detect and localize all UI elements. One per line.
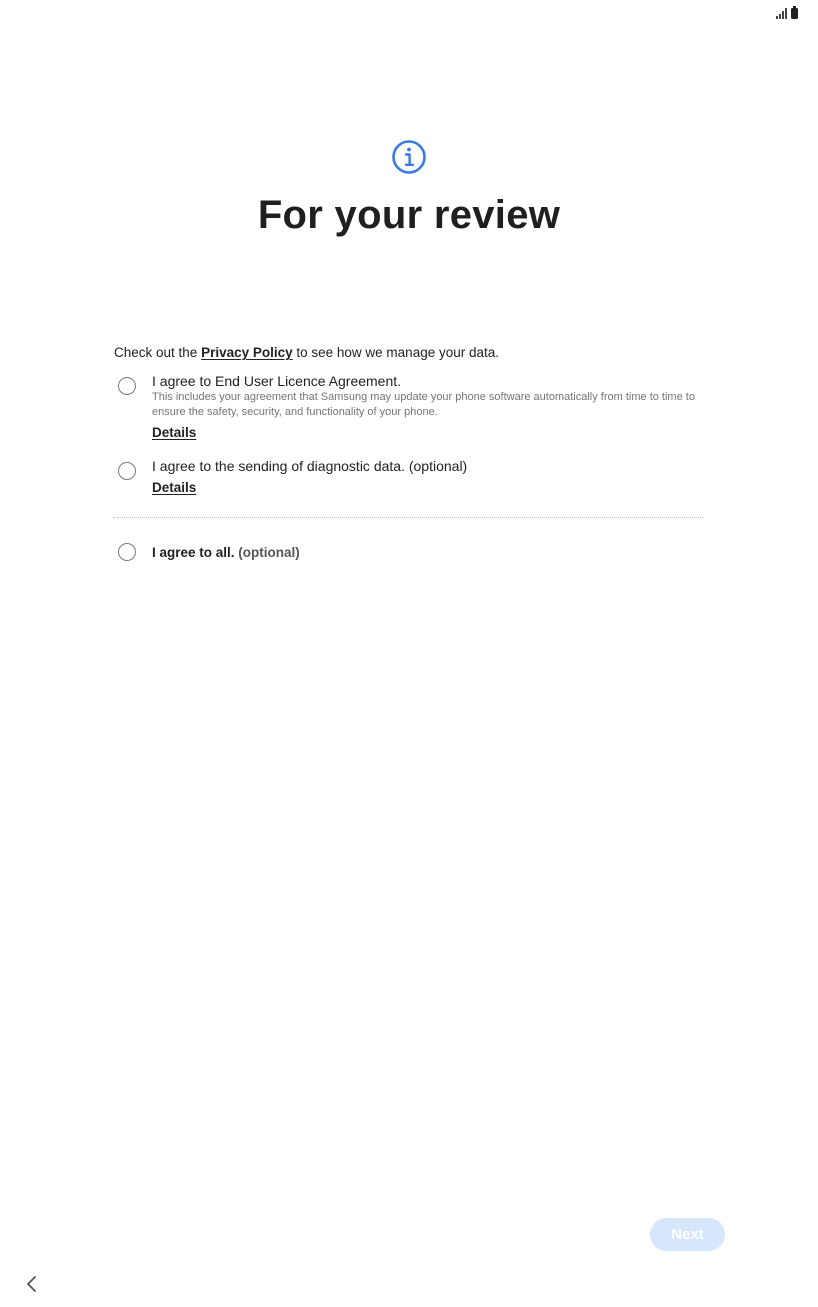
setup-screen: For your review Check out the Privacy Po… [0, 0, 818, 1307]
privacy-policy-link[interactable]: Privacy Policy [201, 345, 293, 360]
privacy-suffix: to see how we manage your data. [292, 345, 500, 360]
chevron-left-icon[interactable] [20, 1272, 44, 1296]
agree-all-radio[interactable] [118, 543, 136, 561]
diagnostic-radio[interactable] [118, 462, 136, 480]
divider [113, 517, 703, 518]
eula-label[interactable]: I agree to End User Licence Agreement. [152, 372, 401, 390]
battery-icon [791, 6, 798, 19]
agree-all-label[interactable]: I agree to all. (optional) [152, 544, 300, 562]
privacy-prefix: Check out the [114, 345, 202, 360]
eula-details-link[interactable]: Details [152, 424, 196, 442]
diagnostic-details-link[interactable]: Details [152, 479, 196, 497]
status-bar [776, 5, 798, 19]
info-icon [392, 140, 426, 174]
agree-all-optional: (optional) [238, 545, 300, 560]
diagnostic-label[interactable]: I agree to the sending of diagnostic dat… [152, 457, 467, 475]
privacy-statement: Check out the Privacy Policy to see how … [114, 344, 499, 362]
eula-description: This includes your agreement that Samsun… [152, 391, 695, 418]
eula-radio[interactable] [118, 377, 136, 395]
agree-all-text: I agree to all. [152, 545, 235, 560]
page-title: For your review [257, 193, 561, 237]
next-button[interactable]: Next [650, 1218, 725, 1251]
signal-icon [776, 8, 787, 19]
